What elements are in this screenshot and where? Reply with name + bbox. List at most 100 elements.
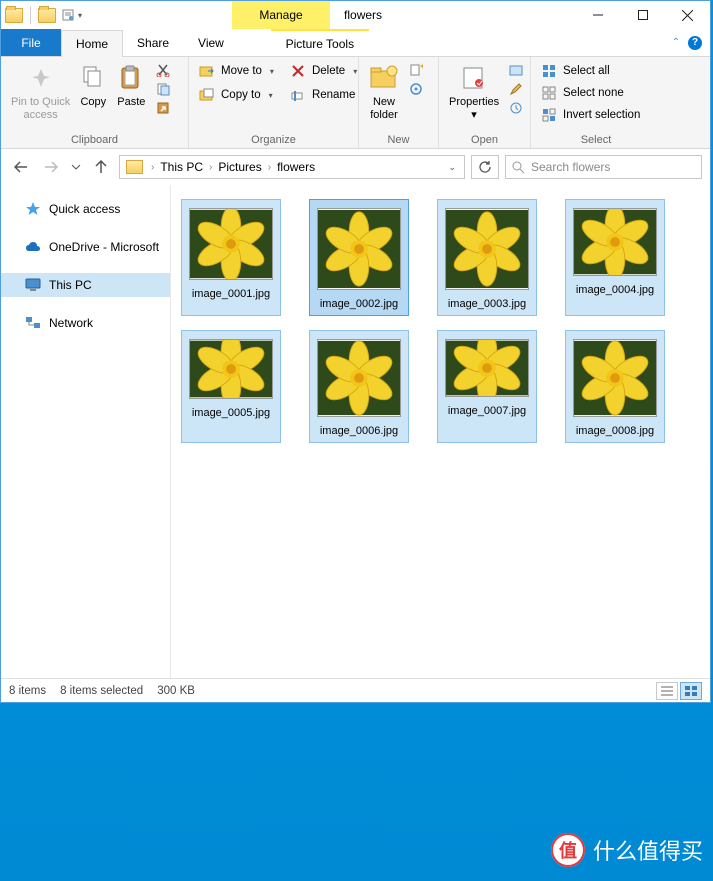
share-tab[interactable]: Share bbox=[123, 29, 184, 56]
close-button[interactable] bbox=[665, 1, 710, 29]
invert-selection-button[interactable]: Invert selection bbox=[537, 105, 644, 125]
delete-button[interactable]: Delete▾ bbox=[286, 61, 361, 81]
new-item-icon[interactable]: ✶ bbox=[407, 61, 425, 79]
group-label: Open bbox=[439, 133, 530, 148]
details-view-button[interactable] bbox=[656, 682, 678, 700]
file-name: image_0003.jpg bbox=[448, 296, 526, 313]
watermark: 值 什么值得买 bbox=[551, 833, 703, 867]
select-none-icon bbox=[541, 85, 557, 101]
chevron-right-icon[interactable]: › bbox=[207, 162, 214, 173]
file-item[interactable]: image_0008.jpg bbox=[565, 330, 665, 443]
new-folder-button[interactable]: New folder bbox=[365, 61, 403, 123]
back-button[interactable] bbox=[9, 155, 33, 179]
file-item[interactable]: image_0004.jpg bbox=[565, 199, 665, 316]
file-thumbnail bbox=[445, 339, 529, 397]
navigation-bar: › This PC › Pictures › flowers ⌄ Search … bbox=[1, 149, 710, 185]
move-to-icon bbox=[199, 63, 215, 79]
delete-icon bbox=[290, 63, 306, 79]
qat-properties-icon[interactable] bbox=[62, 9, 74, 21]
file-item[interactable]: image_0006.jpg bbox=[309, 330, 409, 443]
collapse-ribbon-icon[interactable]: ⌃ bbox=[672, 37, 680, 48]
recent-locations-button[interactable] bbox=[69, 155, 83, 179]
copy-button[interactable]: Copy bbox=[74, 61, 112, 111]
selection-count: 8 items selected bbox=[60, 685, 143, 697]
rename-icon bbox=[290, 87, 306, 103]
cut-icon[interactable] bbox=[154, 61, 172, 79]
file-item[interactable]: image_0007.jpg bbox=[437, 330, 537, 443]
sidebar-network[interactable]: Network bbox=[1, 311, 170, 335]
qat-dropdown-icon[interactable]: ▾ bbox=[78, 11, 82, 20]
paste-button[interactable]: Paste bbox=[112, 61, 150, 111]
up-button[interactable] bbox=[89, 155, 113, 179]
file-name: image_0006.jpg bbox=[320, 423, 398, 440]
status-bar: 8 items 8 items selected 300 KB bbox=[1, 678, 710, 702]
move-to-button[interactable]: Move to▾ bbox=[195, 61, 278, 81]
easy-access-icon[interactable] bbox=[407, 80, 425, 98]
select-none-button[interactable]: Select none bbox=[537, 83, 644, 103]
maximize-button[interactable] bbox=[620, 1, 665, 29]
sidebar-this-pc[interactable]: This PC bbox=[1, 273, 170, 297]
select-all-button[interactable]: Select all bbox=[537, 61, 644, 81]
select-all-icon bbox=[541, 63, 557, 79]
sidebar-onedrive[interactable]: OneDrive - Microsoft bbox=[1, 235, 170, 259]
search-icon bbox=[512, 161, 525, 174]
open-icon[interactable] bbox=[507, 61, 525, 79]
properties-button[interactable]: Properties▾ bbox=[445, 61, 503, 123]
minimize-button[interactable] bbox=[575, 1, 620, 29]
home-tab[interactable]: Home bbox=[61, 30, 123, 57]
file-thumbnail bbox=[573, 208, 657, 276]
file-name: image_0002.jpg bbox=[320, 296, 398, 313]
invert-selection-icon bbox=[541, 107, 557, 123]
paste-shortcut-icon[interactable] bbox=[154, 99, 172, 117]
watermark-badge-icon: 值 bbox=[551, 833, 585, 867]
title-bar: ▾ Manage flowers bbox=[1, 1, 710, 29]
file-thumbnail bbox=[189, 208, 273, 280]
pin-icon bbox=[26, 63, 56, 93]
qat-folder-icon[interactable] bbox=[38, 8, 56, 23]
rename-button[interactable]: Rename bbox=[286, 85, 361, 105]
help-icon[interactable]: ? bbox=[688, 36, 702, 50]
file-name: image_0007.jpg bbox=[448, 403, 526, 420]
address-bar[interactable]: › This PC › Pictures › flowers ⌄ bbox=[119, 155, 465, 179]
sidebar-quick-access[interactable]: Quick access bbox=[1, 197, 170, 221]
window-title: flowers bbox=[344, 8, 382, 22]
chevron-right-icon[interactable]: › bbox=[149, 162, 156, 173]
forward-button[interactable] bbox=[39, 155, 63, 179]
file-tab[interactable]: File bbox=[1, 29, 61, 56]
group-label: Select bbox=[531, 133, 661, 148]
breadcrumb-item[interactable]: Pictures bbox=[214, 160, 265, 174]
file-thumbnail bbox=[317, 208, 401, 290]
file-name: image_0008.jpg bbox=[576, 423, 654, 440]
file-item[interactable]: image_0002.jpg bbox=[309, 199, 409, 316]
network-icon bbox=[25, 315, 41, 331]
file-item[interactable]: image_0001.jpg bbox=[181, 199, 281, 316]
copy-to-button[interactable]: Copy to▾ bbox=[195, 85, 278, 105]
address-dropdown-icon[interactable]: ⌄ bbox=[440, 162, 464, 173]
file-item[interactable]: image_0003.jpg bbox=[437, 199, 537, 316]
view-tab[interactable]: View bbox=[184, 29, 239, 56]
ribbon-tabs: File Home Share View Picture Tools ⌃ ? bbox=[1, 29, 710, 57]
thumbnails-view-button[interactable] bbox=[680, 682, 702, 700]
quick-access-toolbar: ▾ bbox=[1, 1, 82, 29]
file-item[interactable]: image_0005.jpg bbox=[181, 330, 281, 443]
breadcrumb-item[interactable]: This PC bbox=[156, 160, 207, 174]
file-thumbnail bbox=[189, 339, 273, 399]
file-name: image_0005.jpg bbox=[192, 405, 270, 422]
group-label: Organize bbox=[189, 133, 358, 148]
copy-icon bbox=[78, 63, 108, 93]
search-input[interactable]: Search flowers bbox=[505, 155, 702, 179]
new-folder-icon bbox=[369, 63, 399, 93]
file-name: image_0004.jpg bbox=[576, 282, 654, 299]
chevron-right-icon[interactable]: › bbox=[266, 162, 273, 173]
edit-icon[interactable] bbox=[507, 80, 525, 98]
breadcrumb-item[interactable]: flowers bbox=[273, 160, 319, 174]
file-list[interactable]: image_0001.jpg image_0002.jpg image_0003… bbox=[171, 185, 710, 678]
computer-icon bbox=[25, 277, 41, 293]
copy-path-icon[interactable] bbox=[154, 80, 172, 98]
paste-icon bbox=[116, 63, 146, 93]
pin-to-quick-access-button[interactable]: Pin to Quick access bbox=[7, 61, 74, 123]
picture-tools-tab[interactable]: Picture Tools bbox=[271, 29, 369, 56]
history-icon[interactable] bbox=[507, 99, 525, 117]
app-icon[interactable] bbox=[5, 8, 23, 23]
refresh-button[interactable] bbox=[471, 155, 499, 179]
